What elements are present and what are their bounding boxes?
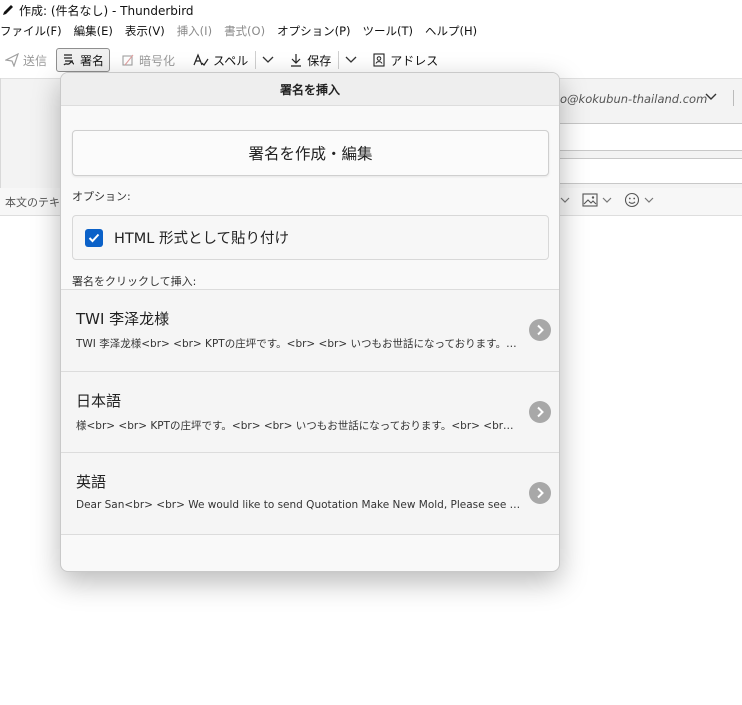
format-insert-group bbox=[560, 192, 654, 208]
signature-item[interactable]: TWI 李泽龙様 TWI 李泽龙様<br> <br> KPTの庄坪です。<br>… bbox=[61, 290, 559, 372]
html-paste-checkbox[interactable] bbox=[85, 228, 103, 247]
spell-label: スペル bbox=[213, 53, 249, 68]
signature-list: TWI 李泽龙様 TWI 李泽龙様<br> <br> KPTの庄坪です。<br>… bbox=[61, 289, 559, 535]
chevron-down-icon[interactable] bbox=[560, 196, 570, 204]
create-edit-signature-button[interactable]: 署名を作成・編集 bbox=[72, 130, 549, 176]
menu-format[interactable]: 書式(O) bbox=[224, 23, 271, 39]
signature-name: 日本語 bbox=[76, 391, 122, 410]
chevron-down-icon[interactable] bbox=[644, 196, 654, 204]
chevron-down-icon bbox=[262, 56, 274, 63]
toolbar-separator bbox=[338, 51, 340, 69]
chevron-down-icon bbox=[345, 56, 357, 63]
header-divider bbox=[0, 78, 1, 188]
window-title: 作成: (件名なし) - Thunderbird bbox=[19, 3, 194, 18]
emoji-icon[interactable] bbox=[624, 192, 640, 208]
menu-tools[interactable]: ツール(T) bbox=[363, 23, 420, 39]
save-label: 保存 bbox=[307, 53, 332, 68]
address-button[interactable]: アドレス bbox=[367, 48, 443, 72]
signature-preview: Dear San<br> <br> We would like to send … bbox=[76, 499, 521, 511]
insert-signature-panel: 署名を挿入 署名を作成・編集 オプション: HTML 形式として貼り付け 署名を… bbox=[60, 72, 560, 572]
chevron-down-icon[interactable] bbox=[602, 196, 612, 204]
send-icon bbox=[5, 53, 19, 67]
header-separator bbox=[733, 90, 734, 106]
send-button[interactable]: 送信 bbox=[0, 48, 52, 72]
html-paste-option[interactable]: HTML 形式として貼り付け bbox=[72, 215, 549, 260]
image-icon[interactable] bbox=[582, 193, 598, 207]
spell-dropdown-button[interactable] bbox=[258, 48, 278, 72]
from-identity[interactable]: o@kokubun-thailand.com bbox=[560, 92, 707, 106]
toolbar-separator bbox=[255, 51, 257, 69]
spell-button[interactable]: スペル bbox=[188, 48, 253, 72]
click-to-insert-label: 署名をクリックして挿入: bbox=[72, 275, 197, 288]
checkmark-icon bbox=[88, 233, 100, 242]
html-paste-label: HTML 形式として貼り付け bbox=[114, 231, 290, 247]
send-label: 送信 bbox=[23, 53, 48, 68]
signature-button[interactable]: 署名 bbox=[56, 48, 111, 72]
address-book-icon bbox=[373, 53, 385, 67]
options-label: オプション: bbox=[72, 190, 131, 203]
chevron-right-icon[interactable] bbox=[529, 400, 551, 423]
save-button[interactable]: 保存 bbox=[284, 48, 336, 72]
chevron-right-icon[interactable] bbox=[529, 482, 551, 504]
download-icon bbox=[291, 54, 302, 67]
recipient-field[interactable] bbox=[560, 123, 742, 151]
chevron-down-icon[interactable] bbox=[704, 92, 718, 102]
spellcheck-icon bbox=[193, 53, 209, 66]
signature-item[interactable]: 英語 Dear San<br> <br> We would like to se… bbox=[61, 453, 559, 535]
menu-edit[interactable]: 編集(E) bbox=[74, 23, 119, 39]
encrypt-button[interactable]: 暗号化 bbox=[116, 48, 180, 72]
subject-field[interactable] bbox=[560, 158, 742, 184]
encrypt-label: 暗号化 bbox=[139, 53, 176, 68]
save-dropdown-button[interactable] bbox=[341, 48, 361, 72]
title-bar: 作成: (件名なし) - Thunderbird bbox=[0, 0, 742, 20]
menu-insert[interactable]: 挿入(I) bbox=[177, 23, 218, 39]
signature-label: 署名 bbox=[80, 53, 105, 68]
signature-name: TWI 李泽龙様 bbox=[76, 310, 170, 328]
menu-help[interactable]: ヘルプ(H) bbox=[425, 23, 483, 39]
signature-icon bbox=[63, 54, 75, 66]
address-label: アドレス bbox=[390, 53, 439, 68]
signature-preview: 様<br> <br> KPTの庄坪です。<br> <br> いつもお世話になって… bbox=[76, 419, 521, 432]
menu-options[interactable]: オプション(P) bbox=[277, 23, 356, 39]
signature-name: 英語 bbox=[76, 473, 107, 491]
signature-preview: TWI 李泽龙様<br> <br> KPTの庄坪です。<br> <br> いつも… bbox=[76, 338, 521, 350]
menu-bar: ファイル(F) 編集(E) 表示(V) 挿入(I) 書式(O) オプション(P)… bbox=[0, 20, 742, 42]
pencil-icon bbox=[3, 5, 13, 15]
menu-file[interactable]: ファイル(F) bbox=[0, 23, 68, 39]
chevron-right-icon[interactable] bbox=[529, 319, 551, 341]
panel-title: 署名を挿入 bbox=[61, 73, 559, 106]
encrypt-icon bbox=[122, 54, 134, 66]
menu-view[interactable]: 表示(V) bbox=[125, 23, 171, 39]
signature-item[interactable]: 日本語 様<br> <br> KPTの庄坪です。<br> <br> いつもお世話… bbox=[61, 371, 559, 453]
